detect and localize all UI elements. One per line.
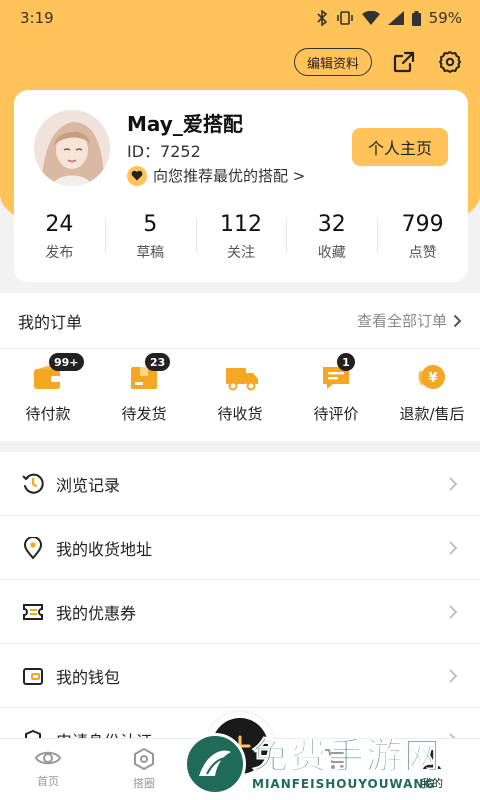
battery-icon: [411, 10, 421, 26]
stat-likes[interactable]: 799 点赞: [377, 210, 468, 262]
watermark: 免费手游网 MIANFEISHOUYOUWANG: [184, 728, 480, 800]
history-icon: [22, 473, 44, 495]
stat-posts[interactable]: 24 发布: [14, 210, 105, 262]
stat-value: 32: [317, 212, 346, 237]
stat-value: 799: [401, 212, 444, 237]
menu-item-label: 我的优惠券: [56, 603, 137, 623]
chevron-right-icon: [449, 540, 458, 555]
order-pending-payment[interactable]: 99+ 待付款: [0, 349, 96, 424]
edit-profile-button[interactable]: 编辑资料: [293, 48, 372, 76]
watermark-logo: [184, 733, 246, 795]
svg-text:¥: ¥: [428, 371, 437, 386]
order-label: 待发货: [121, 405, 167, 423]
watermark-text: 免费手游网 MIANFEISHOUYOUWANG: [251, 736, 443, 791]
stat-label: 点赞: [408, 245, 437, 261]
tab-label: 搭圈: [133, 777, 155, 790]
chevron-right-icon: [449, 668, 458, 683]
view-all-orders-text: 查看全部订单: [356, 312, 447, 330]
coupon-icon: [22, 601, 44, 623]
chevron-right-icon: [453, 314, 462, 327]
menu-item-label: 我的钱包: [56, 667, 121, 687]
order-pending-receipt[interactable]: 待收货: [192, 349, 288, 424]
order-badge: 23: [145, 353, 171, 371]
status-icons: 59%: [316, 9, 462, 27]
wifi-icon: [361, 11, 380, 25]
stat-label: 关注: [226, 245, 255, 261]
wallet-icon: [22, 665, 44, 687]
signal-icon: [387, 11, 404, 25]
menu-item-label: 浏览记录: [56, 475, 121, 495]
order-pending-review[interactable]: 1 待评价: [288, 349, 384, 424]
order-label: 待付款: [25, 405, 71, 423]
chevron-right-icon: [449, 604, 458, 619]
wallet-icon: 99+: [33, 353, 84, 391]
homepage-button[interactable]: 个人主页: [352, 128, 448, 166]
stat-favorites[interactable]: 32 收藏: [286, 210, 377, 262]
order-refund[interactable]: ¥ 退款/售后: [384, 349, 480, 424]
stats-row: 24 发布 5 草稿 112 关注 32 收藏 799 点赞: [14, 210, 468, 262]
stat-value: 5: [143, 212, 158, 237]
tab-home[interactable]: 首页: [0, 739, 96, 800]
chevron-right-icon: [449, 476, 458, 491]
order-label: 待评价: [313, 405, 359, 423]
avatar[interactable]: [34, 110, 110, 186]
status-time: 3:19: [20, 9, 54, 27]
orders-items: 99+ 待付款 23 待发货 待收货 1 待评价 ¥ 退款/售后: [0, 349, 480, 424]
order-badge: 1: [337, 353, 355, 371]
order-label: 退款/售后: [399, 405, 465, 423]
stat-label: 发布: [45, 245, 74, 261]
top-actions: 编辑资料: [293, 48, 464, 76]
heart-icon: [127, 165, 147, 186]
location-icon: [22, 536, 44, 559]
menu-item-coupons[interactable]: 我的优惠券: [0, 580, 480, 644]
status-bar: 3:19 59%: [0, 0, 480, 36]
menu-list: 浏览记录 我的收货地址 我的优惠券 我的钱包 申请身份认证: [0, 452, 480, 772]
watermark-cn: 免费手游网: [251, 736, 443, 777]
order-label: 待收货: [217, 405, 263, 423]
menu-item-label: 我的收货地址: [56, 539, 153, 559]
tab-circle[interactable]: 搭圈: [96, 739, 192, 800]
recommend-text: 向您推荐最优的搭配 >: [153, 167, 306, 185]
menu-item-wallet[interactable]: 我的钱包: [0, 644, 480, 708]
view-all-orders-link[interactable]: 查看全部订单: [357, 310, 462, 331]
bluetooth-icon: [317, 10, 327, 26]
hexagon-icon: [134, 747, 154, 771]
watermark-en: MIANFEISHOUYOUWANG: [252, 777, 436, 791]
order-badge: 99+: [49, 353, 84, 371]
orders-header: 我的订单 查看全部订单: [0, 293, 480, 349]
stat-drafts[interactable]: 5 草稿: [104, 210, 196, 262]
username: May_爱搭配: [127, 112, 243, 136]
comment-icon: 1: [321, 353, 355, 391]
order-pending-shipment[interactable]: 23 待发货: [96, 349, 192, 424]
vibrate-icon: [336, 11, 353, 25]
recommend-link[interactable]: 向您推荐最优的搭配 >: [127, 165, 305, 186]
tab-label: 首页: [37, 775, 59, 788]
battery-percent: 59%: [428, 9, 462, 27]
truck-icon: [225, 363, 258, 391]
settings-icon[interactable]: [436, 48, 464, 76]
menu-item-address[interactable]: 我的收货地址: [0, 516, 480, 580]
orders-section: 我的订单 查看全部订单 99+ 待付款 23 待发货 待收货 1 待评价 ¥ 退…: [0, 293, 480, 441]
share-icon[interactable]: [390, 48, 418, 76]
stat-value: 112: [219, 212, 262, 237]
refund-icon: ¥: [417, 363, 447, 391]
profile-card: May_爱搭配 ID：7252 向您推荐最优的搭配 > 个人主页 24 发布 5…: [14, 90, 468, 282]
menu-item-history[interactable]: 浏览记录: [0, 452, 480, 516]
stat-label: 收藏: [317, 245, 346, 261]
stat-following[interactable]: 112 关注: [195, 210, 287, 262]
user-id: ID：7252: [127, 142, 201, 161]
stat-value: 24: [45, 212, 74, 237]
orders-title: 我的订单: [18, 312, 83, 332]
package-icon: 23: [129, 353, 171, 391]
stat-label: 草稿: [136, 245, 165, 261]
eye-icon: [34, 751, 62, 765]
